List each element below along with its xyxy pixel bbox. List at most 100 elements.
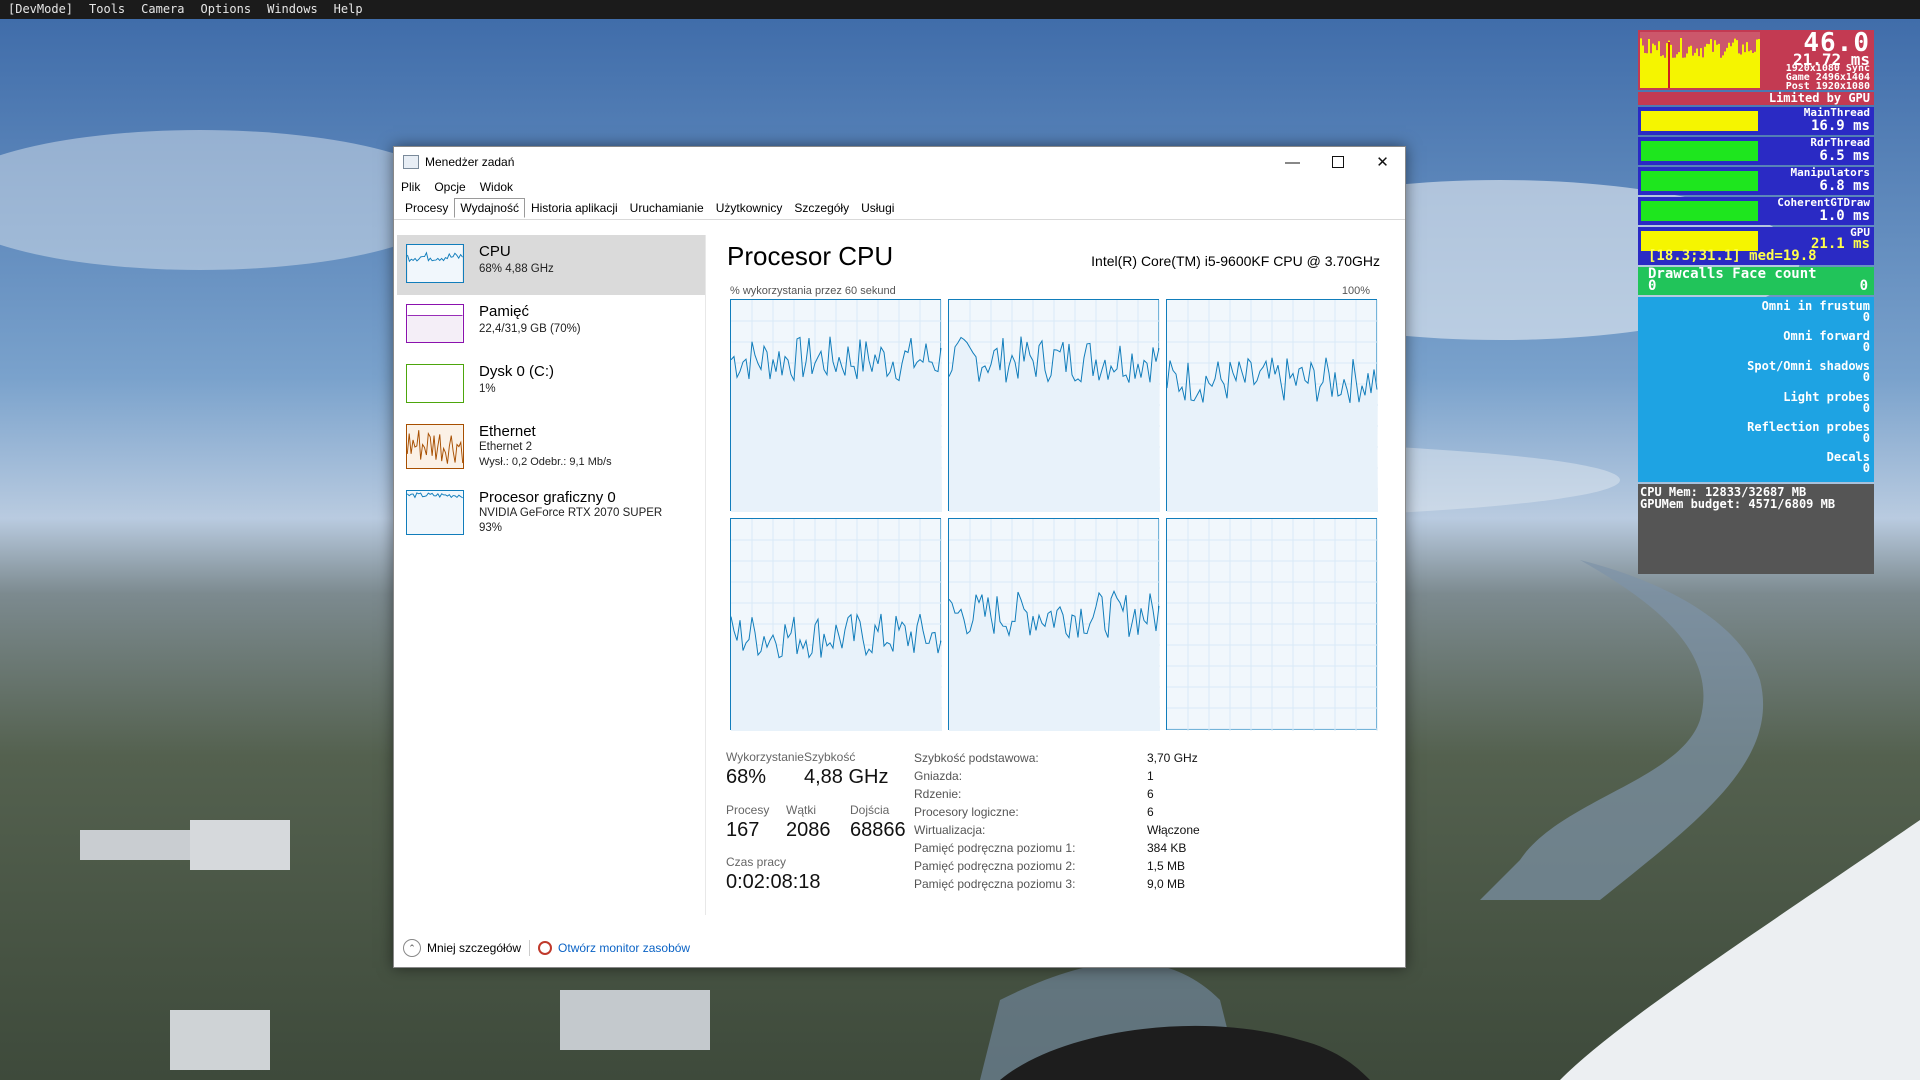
graph-caption: % wykorzystania przez 60 sekund xyxy=(730,285,896,297)
resolution-line: Post 1920x1080 xyxy=(1785,81,1870,92)
counter-value: 0 xyxy=(1862,310,1870,324)
devmode-menu-help[interactable]: Help xyxy=(326,0,371,19)
tab-historia-aplikacji[interactable]: Historia aplikacji xyxy=(525,198,624,218)
core-graph xyxy=(948,518,1160,731)
detail-key: Pamięć podręczna poziomu 3: xyxy=(914,877,1076,891)
tab-uslugi[interactable]: Usługi xyxy=(855,198,900,218)
detail-value: 9,0 MB xyxy=(1147,877,1186,891)
minimize-icon: — xyxy=(1285,153,1300,171)
resource-monitor-icon[interactable] xyxy=(538,941,553,955)
tab-procesy[interactable]: Procesy xyxy=(399,198,454,218)
detail-key: Wirtualizacja: xyxy=(914,823,986,837)
counter-row: Decals 0 xyxy=(1827,451,1870,475)
minimize-button[interactable]: — xyxy=(1270,147,1315,177)
resource-item-memory[interactable]: Pamięć 22,4/31,9 GB (70%) xyxy=(397,295,705,355)
title-bar[interactable]: Menedżer zadań — ✕ xyxy=(394,147,1405,177)
counter-row: Spot/Omni shadows 0 xyxy=(1747,360,1870,383)
resource-item-cpu[interactable]: CPU 68% 4,88 GHz xyxy=(397,235,705,295)
memory-thumbnail xyxy=(406,304,464,343)
thread-row: RdrThread 6.5 ms xyxy=(1638,137,1874,165)
detail-key: Procesory logiczne: xyxy=(914,805,1019,819)
counter-value: 0 xyxy=(1862,401,1870,415)
resolution-info: 1920x1080 Sync Game 2496x1404 Post 1920x… xyxy=(1785,64,1870,92)
task-manager-window: Menedżer zadań — ✕ Plik Opcje Widok Proc… xyxy=(393,146,1406,968)
ethernet-thumbnail xyxy=(406,424,464,469)
core-graph xyxy=(948,299,1160,512)
resource-name: Pamięć xyxy=(479,303,530,320)
counter-value: 0 xyxy=(1862,340,1870,354)
menu-plik[interactable]: Plik xyxy=(401,180,420,194)
tab-szczegoly[interactable]: Szczegóły xyxy=(788,198,855,218)
resource-item-disk[interactable]: Dysk 0 (C:) 1% xyxy=(397,355,705,415)
menu-widok[interactable]: Widok xyxy=(480,180,513,194)
counter-row: Light probes 0 xyxy=(1783,391,1870,415)
counter-row: Omni forward 0 xyxy=(1783,330,1870,354)
thread-bar xyxy=(1641,111,1758,131)
speed-value: 4,88 GHz xyxy=(804,766,889,788)
resource-sub: 68% 4,88 GHz xyxy=(479,263,554,275)
tab-uruchamianie[interactable]: Uruchamianie xyxy=(624,198,710,218)
thread-bar xyxy=(1641,201,1758,221)
core-graph xyxy=(730,518,942,731)
fps-panel: 46.0 21.72 ms 1920x1080 Sync Game 2496x1… xyxy=(1638,28,1874,92)
resource-sub: Ethernet 2 xyxy=(479,441,533,453)
chevron-up-icon[interactable]: ⌃ xyxy=(403,939,421,957)
menu-opcje[interactable]: Opcje xyxy=(434,180,465,194)
resource-name: CPU xyxy=(479,243,511,260)
threads-value: 2086 xyxy=(786,819,831,841)
counter-value: 0 xyxy=(1862,461,1870,475)
thread-row: Manipulators 6.8 ms xyxy=(1638,167,1874,195)
menu-bar: Plik Opcje Widok xyxy=(394,177,1405,197)
maximize-button[interactable] xyxy=(1315,147,1360,177)
counter-name: Reflection probes xyxy=(1747,420,1870,434)
threads-label: Wątki xyxy=(786,803,816,817)
close-icon: ✕ xyxy=(1376,154,1389,171)
tab-uzytkownicy[interactable]: Użytkownicy xyxy=(710,198,789,218)
fps-overlay: 46.0 21.72 ms 1920x1080 Sync Game 2496x1… xyxy=(1638,28,1874,576)
resource-name: Ethernet xyxy=(479,423,536,440)
gpu-row: GPU 21.1 ms [18.3;31.1] med=19.8 xyxy=(1638,227,1874,265)
util-value: 68% xyxy=(726,766,767,788)
resource-sub: 1% xyxy=(479,383,496,395)
task-manager-icon xyxy=(403,155,419,169)
thread-bar xyxy=(1641,171,1758,191)
resource-list: CPU 68% 4,88 GHz Pamięć 22,4/31,9 GB (70… xyxy=(397,235,706,915)
window-title: Menedżer zadań xyxy=(425,155,515,169)
devmode-menu-tools[interactable]: Tools xyxy=(81,0,133,19)
detail-value: 1,5 MB xyxy=(1147,859,1186,873)
bottom-bar: ⌃ Mniej szczegółów Otwórz monitor zasobó… xyxy=(394,929,1405,967)
detail-key: Gniazda: xyxy=(914,769,963,783)
devmode-menu-camera[interactable]: Camera xyxy=(133,0,192,19)
counters-panel: Omni in frustum 0 Omni forward 0 Spot/Omni… xyxy=(1638,297,1874,482)
handles-label: Dojścia xyxy=(850,803,890,817)
processes-label: Procesy xyxy=(726,803,770,817)
detail-value: 384 KB xyxy=(1147,841,1187,855)
fps-graph xyxy=(1640,32,1760,88)
devmode-menu-windows[interactable]: Windows xyxy=(259,0,326,19)
speed-label: Szybkość xyxy=(804,750,856,764)
drawcalls-value: 0 xyxy=(1648,278,1657,294)
resource-sub: 22,4/31,9 GB (70%) xyxy=(479,323,581,335)
devmode-menu-options[interactable]: Options xyxy=(193,0,260,19)
counter-value: 0 xyxy=(1862,431,1870,445)
graph-max-label: 100% xyxy=(1341,285,1370,297)
thread-value: 6.8 ms xyxy=(1819,178,1870,194)
thread-row: CoherentGTDraw 1.0 ms xyxy=(1638,197,1874,225)
resource-item-gpu[interactable]: Procesor graficzny 0 NVIDIA GeForce RTX … xyxy=(397,481,705,547)
detail-key: Pamięć podręczna poziomu 1: xyxy=(914,841,1076,855)
detail-key: Rdzenie: xyxy=(914,787,962,801)
gpu-value: 21.1 ms xyxy=(1810,236,1870,252)
devmode-menu-devmode[interactable]: [DevMode] xyxy=(0,0,81,19)
gpu-thumbnail xyxy=(406,490,464,535)
tab-wydajnosc[interactable]: Wydajność xyxy=(454,198,525,218)
close-button[interactable]: ✕ xyxy=(1360,147,1405,177)
resource-item-ethernet[interactable]: Ethernet Ethernet 2 Wysł.: 0,2 Odebr.: 9… xyxy=(397,415,705,481)
disk-thumbnail xyxy=(406,364,464,403)
cpu-thumbnail xyxy=(406,244,464,283)
fewer-details-link[interactable]: Mniej szczegółów xyxy=(427,941,521,955)
util-label: Wykorzystanie xyxy=(726,750,804,764)
thread-value: 6.5 ms xyxy=(1819,148,1870,164)
detail-value: 1 xyxy=(1147,769,1154,783)
open-resource-monitor-link[interactable]: Otwórz monitor zasobów xyxy=(558,941,690,955)
cpu-stats: Wykorzystanie 68% Szybkość 4,88 GHz Proc… xyxy=(724,735,1394,915)
